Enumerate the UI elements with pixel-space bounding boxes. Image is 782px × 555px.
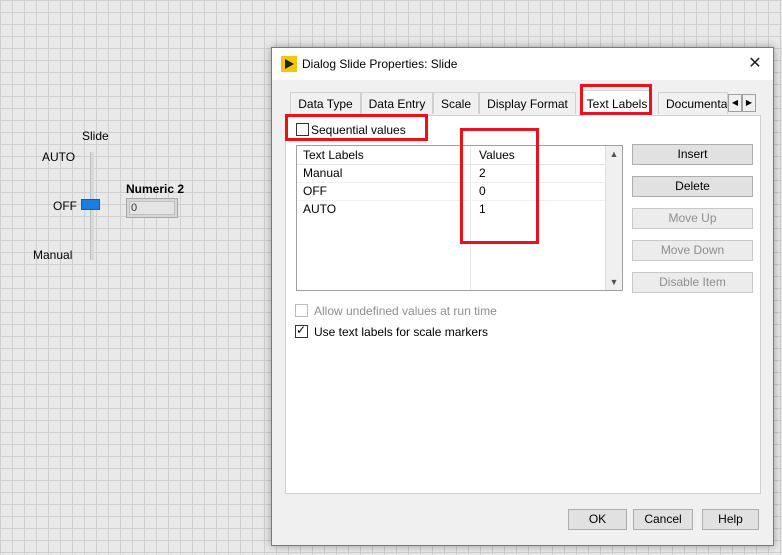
table-scrollbar[interactable]: ▲ ▼ <box>605 146 622 290</box>
scroll-up-icon[interactable]: ▲ <box>606 146 622 162</box>
text-labels-table[interactable]: Text Labels Values Manual 2 OFF 0 AUTO 1… <box>296 145 623 291</box>
row-label[interactable]: AUTO <box>303 202 336 216</box>
delete-button[interactable]: Delete <box>632 176 753 197</box>
scale-marker-manual: Manual <box>33 248 73 262</box>
scale-marker-off: OFF <box>53 199 77 213</box>
tab-scroll-left-icon[interactable]: ◀ <box>728 94 742 112</box>
tab-documentation[interactable]: Documenta <box>658 92 728 114</box>
move-up-button[interactable]: Move Up <box>632 208 753 229</box>
table-row[interactable]: Manual 2 <box>297 164 607 183</box>
dialog-title: Dialog Slide Properties: Slide <box>302 57 458 71</box>
insert-button[interactable]: Insert <box>632 144 753 165</box>
use-text-labels-checkbox[interactable] <box>295 323 308 338</box>
move-down-button[interactable]: Move Down <box>632 240 753 261</box>
allow-undefined-checkbox[interactable] <box>295 304 308 317</box>
scroll-down-icon[interactable]: ▼ <box>606 274 622 290</box>
slide-label: Slide <box>82 129 109 143</box>
numeric-2-label: Numeric 2 <box>126 182 185 196</box>
close-icon[interactable]: ✕ <box>743 52 767 76</box>
tab-text-labels[interactable]: Text Labels <box>582 90 652 116</box>
sequential-values-label: Sequential values <box>311 123 406 137</box>
row-label[interactable]: OFF <box>303 184 327 198</box>
tab-strip: Data Type Data Entry Scale Display Forma… <box>286 90 761 116</box>
column-header-values[interactable]: Values <box>479 148 515 162</box>
table-row[interactable]: OFF 0 <box>297 182 607 201</box>
scale-marker-auto: AUTO <box>42 150 76 164</box>
sequential-values-checkbox[interactable] <box>296 123 309 136</box>
slide-thumb[interactable] <box>81 199 100 210</box>
tab-display-format[interactable]: Display Format <box>479 92 576 114</box>
row-value[interactable]: 1 <box>479 202 486 216</box>
properties-dialog: Dialog Slide Properties: Slide ✕ Data Ty… <box>271 47 774 546</box>
column-header-text-labels[interactable]: Text Labels <box>303 148 364 162</box>
help-button[interactable]: Help <box>702 509 759 530</box>
disable-item-button[interactable]: Disable Item <box>632 272 753 293</box>
use-text-labels-label: Use text labels for scale markers <box>314 325 489 339</box>
row-label[interactable]: Manual <box>303 166 342 180</box>
numeric-2-indicator[interactable]: 0 <box>126 198 178 218</box>
cancel-button[interactable]: Cancel <box>633 509 693 530</box>
table-row[interactable]: AUTO 1 <box>297 200 607 218</box>
labview-app-icon <box>281 56 297 72</box>
tab-scroll-right-icon[interactable]: ▶ <box>742 94 756 112</box>
dialog-titlebar[interactable]: Dialog Slide Properties: Slide ✕ <box>272 48 773 80</box>
tab-data-type[interactable]: Data Type <box>290 92 361 114</box>
numeric-2-value: 0 <box>131 202 138 214</box>
ok-button[interactable]: OK <box>568 509 627 530</box>
row-value[interactable]: 0 <box>479 184 486 198</box>
tab-data-entry[interactable]: Data Entry <box>361 92 433 114</box>
table-header-row: Text Labels Values <box>297 146 607 165</box>
tab-scale[interactable]: Scale <box>433 92 479 114</box>
row-value[interactable]: 2 <box>479 166 486 180</box>
allow-undefined-label: Allow undefined values at run time <box>314 304 497 318</box>
